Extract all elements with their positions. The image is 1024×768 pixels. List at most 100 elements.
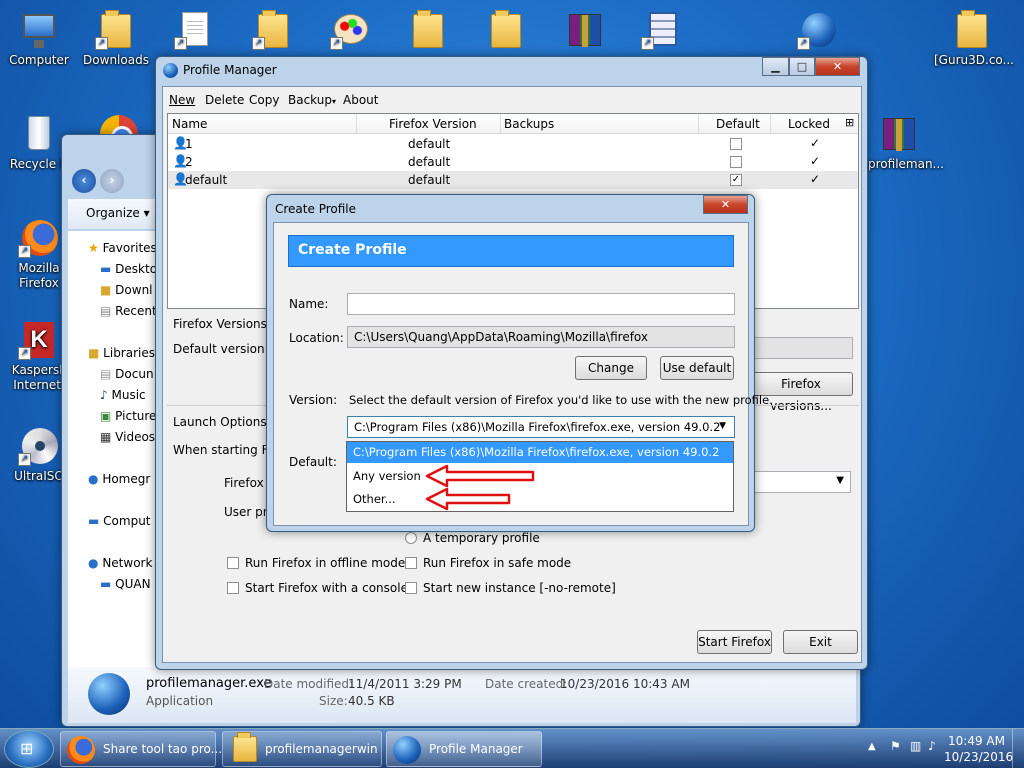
column-picker-icon[interactable]: ⊞ [845,116,854,129]
desktop-icon-downloads[interactable]: ↗ Downloads [78,8,154,68]
taskbar-item-profile-manager[interactable]: Profile Manager [386,731,542,767]
profile-version: default [408,173,451,187]
minimize-button[interactable]: ▁ [762,57,789,76]
col-backups[interactable]: Backups [504,117,554,131]
name-label: Name: [289,297,329,311]
location-field[interactable]: C:\Users\Quang\AppData\Roaming\Mozilla\f… [347,326,735,348]
show-desktop-button[interactable] [1012,729,1024,768]
temporary-profile-radio[interactable] [405,532,417,544]
version-option-any[interactable]: Any version [347,466,733,487]
nav-homegroup[interactable]: ● Homegr [88,472,150,486]
no-remote-checkbox[interactable] [405,582,417,594]
date-created-label: Date created: [485,677,568,691]
default-label: Default: [289,455,337,469]
desktop-icon-profileman[interactable]: profileman... [860,112,944,172]
desktop-icon-computer[interactable]: Computer [1,8,77,68]
offline-mode-checkbox[interactable] [227,557,239,569]
create-profile-title: Create Profile [275,202,356,216]
profile-version: default [408,155,451,169]
volume-icon[interactable]: ♪ [928,739,936,753]
homegroup-icon: ● [88,472,99,486]
taskbar-item-firefox[interactable]: Share tool tao pro... [60,731,222,767]
maximize-button[interactable]: □ [789,57,815,76]
col-locked[interactable]: Locked [788,117,830,131]
taskbar-item-explorer[interactable]: profilemanagerwin [222,731,382,767]
menu-new[interactable]: New [169,93,195,107]
close-button[interactable]: ✕ [815,57,860,76]
documents-icon: ▤ [100,367,112,381]
network-tray-icon[interactable]: ▥ [910,739,921,753]
version-option-49[interactable]: C:\Program Files (x86)\Mozilla Firefox\f… [347,442,733,463]
profile-manager-icon [393,736,421,764]
nav-network[interactable]: ● Network [88,556,152,570]
col-firefox-version[interactable]: Firefox Version [389,117,477,131]
nav-libraries[interactable]: ■ Libraries [88,346,155,360]
desktop-icon-folder-b[interactable] [468,8,544,53]
desktop-icon: ▬ [100,262,112,276]
desktop-icon-guru3d[interactable]: [Guru3D.co... [934,8,1014,68]
nav-computer[interactable]: ▬ Comput [88,514,151,528]
action-center-icon[interactable]: ⚑ [890,739,901,753]
nav-recent[interactable]: ▤ Recent [100,304,157,318]
annotation-arrow-other [425,487,511,511]
start-firefox-button[interactable]: Start Firefox [697,630,772,654]
version-dropdown-list[interactable]: C:\Program Files (x86)\Mozilla Firefox\f… [346,441,734,512]
default-version-field[interactable] [753,337,853,359]
nav-desktop[interactable]: ▬ Deskto [100,262,157,276]
default-checkbox[interactable] [730,156,742,168]
table-row[interactable]: 👤 1 default ✓ [168,135,858,153]
exit-button[interactable]: Exit [783,630,858,654]
default-checkbox[interactable] [730,138,742,150]
file-globe-icon [88,673,130,715]
nav-documents[interactable]: ▤ Docun [100,367,154,381]
table-row[interactable]: 👤 default default ✓ ✓ [168,171,858,189]
chevron-down-icon: ▼ [719,421,726,431]
nav-videos[interactable]: ▦ Videos [100,430,155,444]
locked-check-icon: ✓ [810,172,821,186]
location-label: Location: [289,331,344,345]
menu-delete[interactable]: Delete [205,93,244,107]
nav-downloads[interactable]: ■ Downl [100,283,153,297]
desktop-icon-rar-a[interactable] [546,8,622,53]
desktop-icon-paint[interactable]: ↗ [313,8,389,53]
desktop-icon-network-tool[interactable]: ↗ [624,8,700,53]
recent-icon: ▤ [100,304,112,318]
clock-date[interactable]: 10/23/2016 [944,750,1013,764]
default-checkbox[interactable]: ✓ [730,174,742,186]
dialog-close-button[interactable]: ✕ [703,195,748,214]
desktop-icon-folder-a[interactable] [390,8,466,53]
col-name[interactable]: Name [172,117,207,131]
table-row[interactable]: 👤 2 default ✓ [168,153,858,171]
computer-nav-icon: ▬ [88,514,100,528]
launch-options-label: Launch Options [173,415,267,429]
desktop-icon-archive-folder[interactable]: ↗ [235,8,311,53]
desktop-icon-document[interactable]: ↗ [157,8,233,53]
winrar-archive-icon [569,14,601,47]
name-input[interactable] [347,293,735,315]
firefox-version-select[interactable]: ▼ [753,471,851,493]
menu-backup[interactable]: Backup▾ [288,93,336,107]
use-default-button[interactable]: Use default [660,356,734,380]
menu-copy[interactable]: Copy [249,93,279,107]
explorer-back-button[interactable]: ‹ [72,169,96,193]
version-select[interactable]: C:\Program Files (x86)\Mozilla Firefox\f… [347,416,735,438]
explorer-forward-button[interactable]: › [100,169,124,193]
clock-time[interactable]: 10:49 AM [948,734,1005,748]
nav-pictures[interactable]: ▣ Picture [100,409,156,423]
nav-music[interactable]: ♪ Music [100,388,146,402]
menu-about[interactable]: About [343,93,378,107]
safe-mode-checkbox[interactable] [405,557,417,569]
desktop-icon-idm[interactable]: ↗ [780,8,856,53]
star-icon: ★ [88,241,99,255]
file-name: profilemanager.exe [146,676,272,691]
file-type: Application [146,694,214,708]
change-button[interactable]: Change [575,356,647,380]
tray-expand-icon[interactable]: ▲ [868,741,876,752]
computer-icon [23,14,55,48]
col-default[interactable]: Default [716,117,760,131]
organize-button[interactable]: Organize ▾ [86,206,150,220]
nav-quan[interactable]: ▬ QUAN [100,577,151,591]
version-option-other[interactable]: Other... [347,489,733,510]
nav-favorites[interactable]: ★ Favorites [88,241,157,255]
console-checkbox[interactable] [227,582,239,594]
